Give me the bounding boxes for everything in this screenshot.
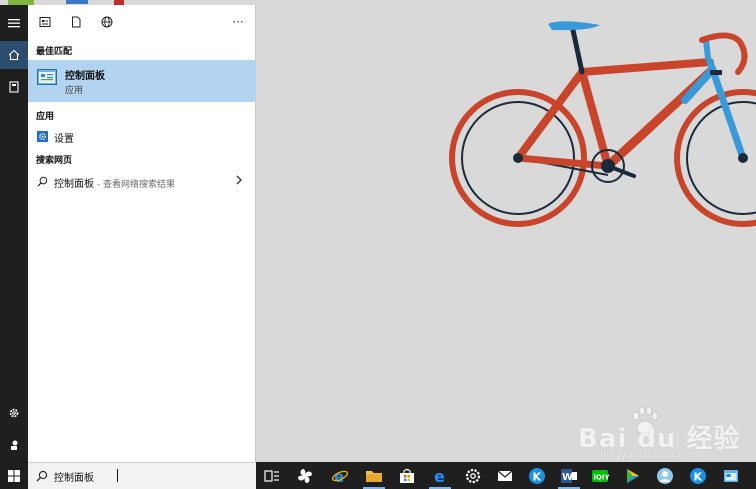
documents-filter-button[interactable] [68, 14, 84, 30]
document-icon [72, 16, 81, 28]
ie-icon: e [331, 468, 349, 485]
home-icon [8, 49, 20, 61]
store-icon [400, 468, 414, 483]
edge-icon: e [434, 467, 445, 485]
gear-icon [36, 130, 48, 142]
gear-icon [9, 408, 19, 418]
search-icon [36, 175, 48, 187]
search-results-panel: ··· 最佳匹配 控制面板 应用 应用 设置 搜索网页 控制面板 - 查看网络搜… [28, 5, 256, 462]
taskbar-media-player[interactable] [617, 462, 647, 489]
task-view-icon [264, 469, 279, 482]
word-icon: W [561, 468, 577, 483]
taskbar-iqiyi[interactable]: iQIYI [585, 462, 615, 489]
apps-filter-button[interactable] [37, 14, 53, 30]
search-icon [36, 470, 48, 482]
home-button[interactable] [0, 41, 28, 69]
hamburger-icon [8, 19, 20, 28]
taskbar-word[interactable]: W [554, 462, 584, 489]
web-result-control-panel[interactable]: 控制面板 - 查看网络搜索结果 [28, 170, 256, 192]
k-icon: K [690, 467, 706, 484]
best-match-heading: 最佳匹配 [36, 47, 73, 57]
svg-text:W: W [562, 472, 573, 483]
web-result-query: 控制面板 [54, 179, 94, 190]
app-result-label: 设置 [54, 134, 74, 145]
feedback-button[interactable] [0, 431, 28, 459]
desktop-icon-fragment [66, 0, 88, 4]
text-caret [117, 469, 118, 482]
watermark-url: jingyan.baidu.com [600, 448, 702, 461]
gear-icon [465, 468, 481, 483]
svg-text:K: K [694, 470, 703, 483]
mail-icon [497, 470, 513, 481]
svg-text:e: e [434, 467, 445, 485]
best-match-subtitle: 应用 [65, 86, 84, 96]
baidu-jingyan-watermark: Bai du 经验 jingyan.baidu.com [578, 400, 756, 462]
task-view-button[interactable] [257, 462, 287, 489]
taskbar-pinwheel-app[interactable] [290, 462, 320, 489]
taskbar-mail[interactable] [490, 462, 520, 489]
web-filter-button[interactable] [99, 14, 115, 30]
apps-icon [39, 17, 51, 27]
search-input[interactable] [54, 468, 244, 484]
app-result-settings[interactable]: 设置 [28, 125, 256, 147]
taskbar-kugou-2[interactable]: K [683, 462, 713, 489]
more-options-button[interactable]: ··· [230, 14, 246, 30]
avatar-icon [657, 467, 673, 484]
notebook-button[interactable] [0, 73, 28, 101]
taskbar-internet-explorer[interactable]: e [325, 462, 355, 489]
pinwheel-icon [298, 468, 312, 483]
windows-logo-icon [8, 469, 20, 482]
svg-text:K: K [533, 470, 542, 483]
folder-icon [366, 470, 382, 482]
filter-bar: ··· [28, 5, 256, 39]
web-result-label: 控制面板 - 查看网络搜索结果 [54, 175, 175, 190]
best-match-result[interactable]: 控制面板 应用 [28, 60, 256, 102]
chevron-right-icon[interactable] [234, 174, 244, 186]
web-search-heading: 搜索网页 [36, 156, 73, 166]
taskbar-kugou[interactable]: K [522, 462, 552, 489]
bicycle-wallpaper [449, 21, 756, 227]
taskbar-desktop-app[interactable] [716, 462, 746, 489]
start-button[interactable] [0, 462, 28, 489]
search-box[interactable] [28, 462, 256, 489]
settings-rail-button[interactable] [0, 399, 28, 427]
web-result-hint: - 查看网络搜索结果 [94, 180, 175, 190]
taskbar-store[interactable] [392, 462, 422, 489]
taskbar-settings[interactable] [458, 462, 488, 489]
window-icon [724, 469, 738, 482]
k-icon: K [529, 467, 545, 484]
feedback-icon [11, 440, 18, 450]
play-icon [627, 468, 639, 483]
taskbar-avatar-app[interactable] [650, 462, 680, 489]
taskbar-file-explorer[interactable] [359, 462, 389, 489]
globe-icon [101, 16, 113, 28]
start-left-rail [0, 5, 28, 462]
apps-heading: 应用 [36, 112, 55, 122]
taskbar-edge[interactable]: e [425, 462, 455, 489]
best-match-title: 控制面板 [65, 71, 105, 82]
iqiyi-icon: iQIYI [592, 469, 610, 482]
svg-text:iQIYI: iQIYI [594, 473, 610, 481]
hamburger-menu-button[interactable] [0, 9, 28, 37]
svg-text:e: e [334, 468, 344, 485]
notebook-icon [9, 81, 19, 93]
control-panel-icon [37, 69, 57, 85]
